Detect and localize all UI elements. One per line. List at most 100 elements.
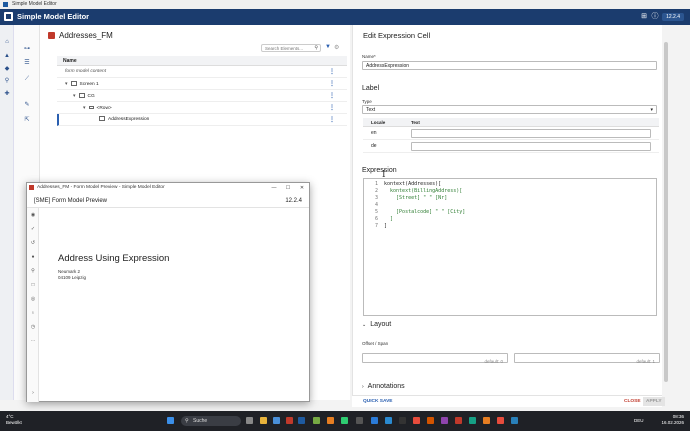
quick-save-button[interactable]: QUICK SAVE (363, 396, 393, 408)
name-field[interactable]: AddressExpression (362, 61, 657, 70)
expand-icon[interactable]: › (30, 390, 36, 396)
clock-icon[interactable]: ◷ (30, 324, 36, 330)
apply-button[interactable]: APPLY (643, 397, 665, 406)
scrollbar[interactable] (664, 42, 668, 382)
app-icon[interactable] (497, 417, 504, 424)
eye-icon[interactable]: ◉ (30, 212, 36, 218)
list-icon[interactable]: ☰ (23, 59, 31, 67)
row-icon (88, 106, 94, 110)
tree-row[interactable]: ▾ Screen 1 ⋮ (57, 78, 347, 90)
tree-row[interactable]: form model content ⋮ (57, 66, 347, 78)
language-indicator[interactable]: DEU (634, 418, 644, 423)
taskbar-search[interactable]: ⚲ Suche (181, 416, 241, 426)
edit-icon[interactable]: ✎ (23, 101, 31, 109)
search-icon[interactable]: ⚲ (30, 268, 36, 274)
store-icon[interactable] (273, 417, 280, 424)
clock[interactable]: 08:36 16.02.2026 (661, 414, 684, 426)
tree-row-label: form model content (65, 69, 107, 74)
locale-row: en (363, 127, 659, 140)
app-icon[interactable] (427, 417, 434, 424)
chart-icon[interactable]: ⟋ (23, 75, 31, 83)
layers-icon[interactable]: ◆ (3, 65, 11, 73)
locale-text-input-en[interactable] (411, 129, 651, 138)
tree-header: Name (57, 56, 347, 66)
search-input[interactable]: Search Elements... ⚲ (261, 44, 321, 52)
tree-icon[interactable]: ⊶ (23, 45, 31, 53)
app-icon[interactable] (511, 417, 518, 424)
task-view-icon[interactable] (246, 417, 253, 424)
explorer-icon[interactable] (260, 417, 267, 424)
more-icon[interactable]: ⋮ (329, 66, 335, 78)
screen-icon (70, 81, 77, 87)
preview-window-title: Addresses_FM - Form Model Preview - Simp… (37, 185, 165, 190)
history-icon[interactable]: ↺ (30, 240, 36, 246)
chevron-down-icon: ▾ (650, 107, 653, 113)
span-input[interactable]: default: 1 (514, 353, 660, 364)
more-icon[interactable]: ⋮ (329, 90, 335, 102)
navigate-icon[interactable]: ▲ (3, 52, 11, 60)
type-select[interactable]: Text ▾ (362, 105, 657, 114)
close-icon[interactable]: ✕ (295, 183, 309, 193)
tree-row-selected[interactable]: AddressExpression ⋮ (57, 114, 347, 126)
preview-heading: Address Using Expression (58, 253, 170, 264)
window-titlebar: Simple Model Editor (0, 0, 690, 9)
app-icon[interactable] (413, 417, 420, 424)
check-icon[interactable]: ✓ (30, 226, 36, 232)
search-icon: ⚲ (185, 418, 189, 424)
more-icon[interactable]: ⋮ (329, 102, 335, 114)
sme-taskbar-icon[interactable] (298, 417, 305, 424)
app-icon[interactable] (313, 417, 320, 424)
filter-icon[interactable]: ▼ (325, 44, 331, 50)
annotations-section-title[interactable]: › Annotations (362, 383, 405, 390)
settings-icon[interactable]: ⚙ (334, 44, 339, 51)
firefox-icon[interactable] (327, 417, 334, 424)
start-icon[interactable] (167, 417, 174, 424)
app-icon[interactable] (286, 417, 293, 424)
tree-row[interactable]: ▾ <Row> ⋮ (57, 102, 347, 114)
expression-section-title: Expression (362, 167, 397, 174)
app-icon[interactable] (356, 417, 363, 424)
pin-icon[interactable]: ♁ (30, 310, 36, 316)
close-button[interactable]: CLOSE (624, 396, 641, 408)
app-icon[interactable] (483, 417, 490, 424)
locale-text-input-de[interactable] (411, 142, 651, 151)
record-icon[interactable]: ● (30, 254, 36, 260)
terminal-icon[interactable] (399, 417, 406, 424)
help-icon[interactable]: ⓘ (651, 13, 659, 21)
app-icon[interactable] (469, 417, 476, 424)
home-icon[interactable]: ⌂ (3, 38, 11, 46)
chrome-icon[interactable] (341, 417, 348, 424)
more-icon[interactable]: ⋯ (30, 338, 36, 344)
more-icon[interactable]: ⋮ (329, 78, 335, 90)
preview-rail: ◉ ✓ ↺ ● ⚲ □ ◎ ♁ ◷ ⋯ › (27, 208, 39, 402)
preview-version: 12.2.4 (285, 198, 302, 204)
view-icon[interactable]: ◎ (30, 296, 36, 302)
chevron-down-icon[interactable]: ▾ (65, 81, 68, 87)
square-icon[interactable]: □ (30, 282, 36, 288)
code-line: [Postalcode] " " [City] (384, 209, 466, 215)
app-icon[interactable] (455, 417, 462, 424)
offset-input[interactable]: default: 0 (362, 353, 508, 364)
search-icon: ⚲ (314, 45, 318, 51)
chevron-down-icon[interactable]: ▾ (83, 105, 86, 111)
label-section-title: Label (362, 85, 380, 92)
chevron-down-icon[interactable]: ▾ (73, 93, 76, 99)
tree-row-label: Screen 1 (79, 82, 99, 87)
name-label: Name* (362, 54, 376, 59)
more-icon[interactable]: ⋮ (329, 114, 335, 126)
chevron-down-icon: ⌄ (362, 322, 367, 328)
app-icon (3, 2, 8, 7)
app-icon[interactable] (441, 417, 448, 424)
weather-widget[interactable]: 4°C Bewölkt (6, 414, 22, 426)
app-icon[interactable] (385, 417, 392, 424)
vscode-icon[interactable] (371, 417, 378, 424)
expression-code-editor[interactable]: 1 kontext(Addresses)[ 2 kontext(BillingAd… (363, 178, 657, 316)
puzzle-icon[interactable]: ✚ (3, 90, 11, 98)
minimize-icon[interactable]: — (267, 183, 281, 193)
maximize-icon[interactable]: ☐ (281, 183, 295, 193)
tree-row[interactable]: ▾ CG ⋮ (57, 90, 347, 102)
search-icon[interactable]: ⚲ (3, 77, 11, 85)
grid-icon[interactable]: ⊞ (640, 13, 648, 21)
export-icon[interactable]: ⇱ (23, 116, 31, 124)
layout-section-title[interactable]: ⌄ Layout (362, 321, 391, 328)
